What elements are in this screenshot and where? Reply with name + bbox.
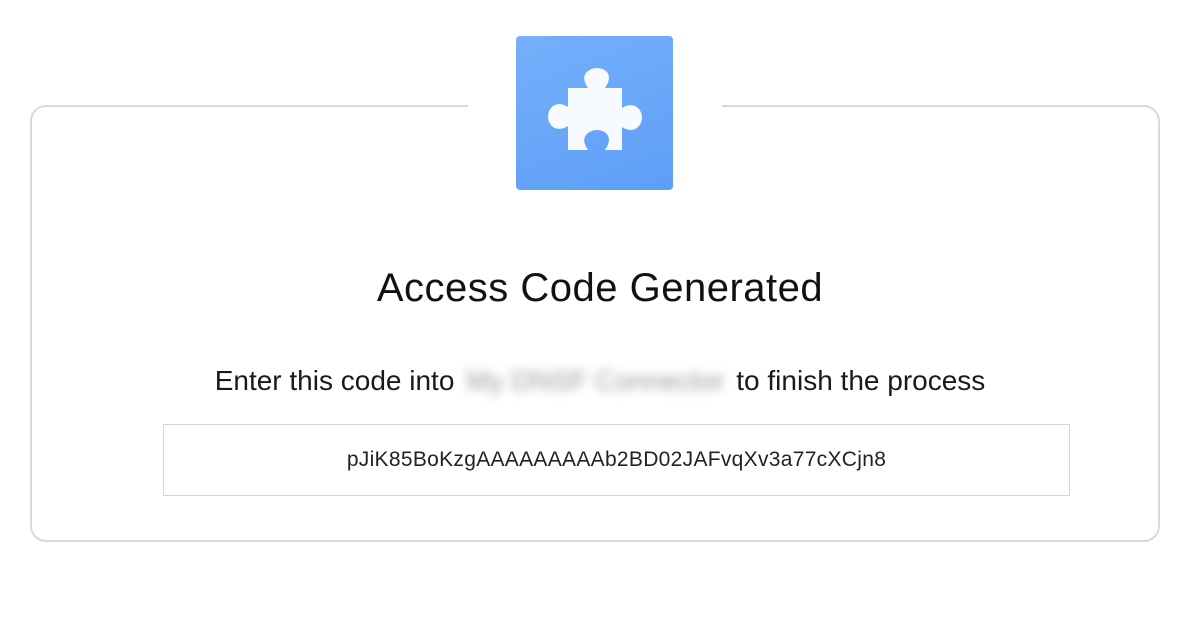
redacted-app-name: My DNSF Connector	[466, 365, 725, 396]
page-title: Access Code Generated	[376, 266, 824, 310]
instruction-prefix: Enter this code into	[214, 365, 455, 396]
puzzle-piece-glyph	[547, 68, 642, 150]
instruction-suffix: to finish the process	[736, 365, 986, 396]
access-code-page: Access Code Generated Enter this code in…	[0, 0, 1200, 622]
access-code-field[interactable]: pJiK85BoKzgAAAAAAAAAb2BD02JAFvqXv3a77cXC…	[163, 424, 1070, 496]
puzzle-piece-icon	[516, 36, 673, 190]
instruction-text: Enter this code into My DNSF Connector t…	[0, 365, 1200, 397]
